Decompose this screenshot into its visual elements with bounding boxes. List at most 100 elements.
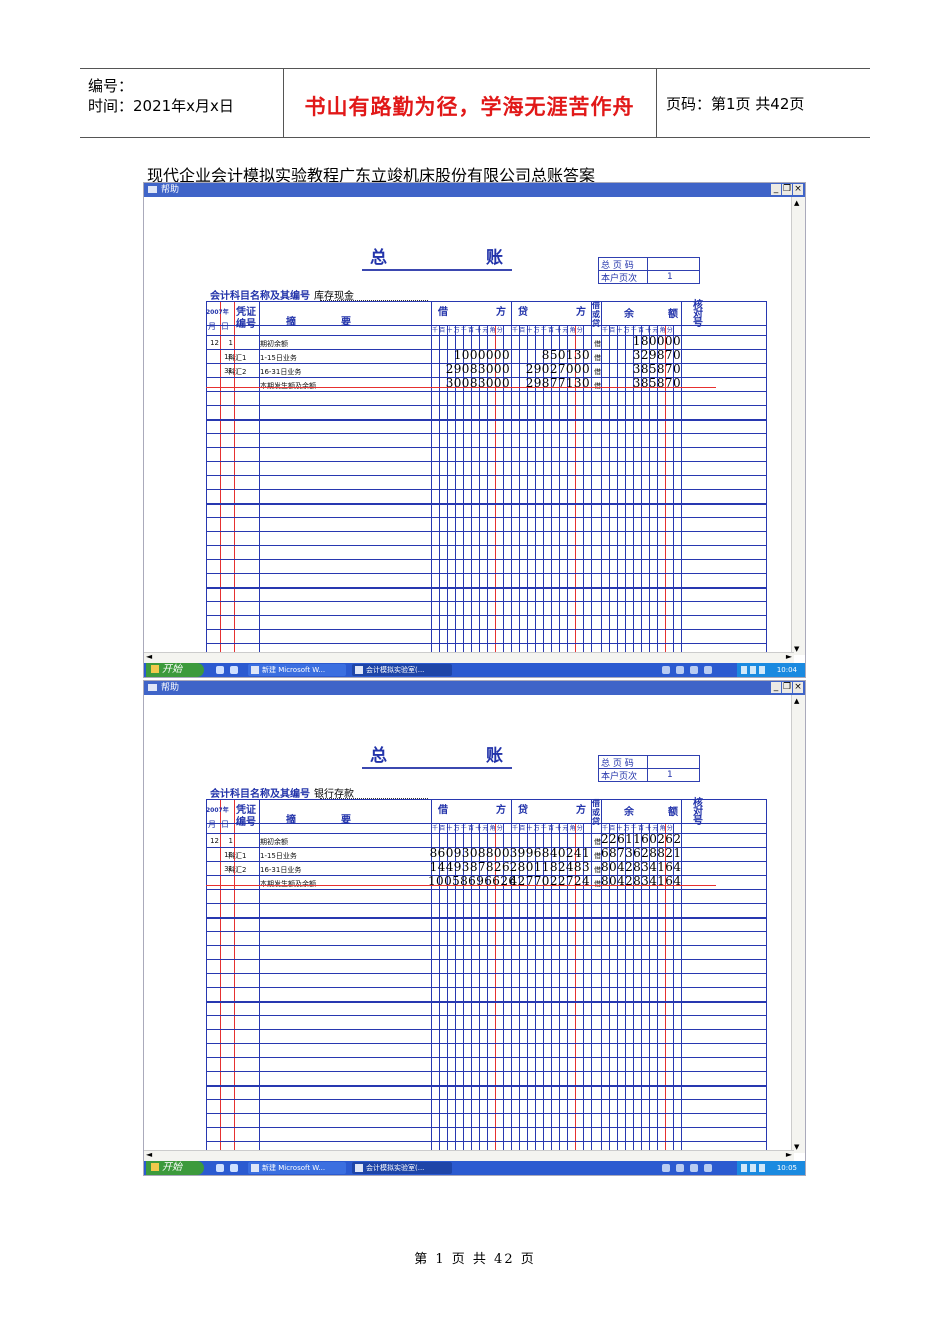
ie-quicklaunch-icon[interactable]: [216, 666, 224, 674]
page-number-box: 总 页 码本户页次 1: [598, 257, 700, 284]
grid-row-line: [206, 573, 766, 574]
row-summary: 16-31日业务: [260, 368, 302, 376]
debit-label-1: 借: [438, 307, 448, 318]
tray-clock: 10:04: [776, 666, 797, 674]
close-button[interactable]: ×: [793, 184, 803, 195]
scroll-left-icon[interactable]: ◄: [146, 1150, 152, 1159]
volume-icon[interactable]: [759, 1164, 765, 1172]
pen-icon[interactable]: [676, 666, 684, 674]
horizontal-scrollbar[interactable]: ◄ ►: [144, 652, 794, 663]
grid-row-line: [206, 391, 766, 392]
ledger-screenshot-cash: 帮助 _ ❐ × 总账总 页 码本户页次 1 会计科目名称及其编号 库存现金 2007年月日凭证…: [143, 182, 806, 678]
minimize-button[interactable]: _: [771, 682, 781, 693]
start-label: 开始: [162, 664, 182, 675]
help-icon[interactable]: [704, 1164, 712, 1172]
row-balance: 385870: [632, 362, 681, 376]
credit-label-2: 方: [576, 805, 586, 816]
language-bar-icon[interactable]: [690, 1164, 698, 1172]
summary-label-1: 摘: [286, 815, 296, 826]
taskbar: 开始 新建 Microsoft W... 会计模拟实验室(... 10:04: [144, 663, 805, 677]
network-icon[interactable]: [750, 666, 756, 674]
pagebox-vdivider: [647, 756, 648, 781]
grid-row-line: [206, 959, 766, 960]
scroll-down-icon[interactable]: ▼: [794, 645, 799, 653]
ledger-page: 总账总 页 码本户页次 1 会计科目名称及其编号 库存现金 2007年月日凭证 编号摘要借…: [144, 197, 794, 657]
window-buttons: _ ❐ ×: [770, 682, 803, 694]
scroll-up-icon[interactable]: ▲: [794, 199, 799, 207]
close-button[interactable]: ×: [793, 682, 803, 693]
taskbar-word-window[interactable]: 新建 Microsoft W...: [248, 664, 346, 676]
grid-row-line: [206, 643, 766, 644]
row-credit: 3996840241: [509, 846, 590, 860]
scroll-down-icon[interactable]: ▼: [794, 1143, 799, 1151]
credit-label-1: 贷: [518, 805, 528, 816]
scroll-right-icon[interactable]: ►: [786, 652, 792, 661]
balance-label-1: 余: [624, 309, 634, 320]
red-total-rule: [206, 885, 716, 886]
desktop-quicklaunch-icon[interactable]: [230, 666, 238, 674]
help-icon[interactable]: [704, 666, 712, 674]
grid-column-line: [206, 799, 207, 1155]
grid-row-line: [206, 503, 766, 505]
desktop-quicklaunch-icon[interactable]: [230, 1164, 238, 1172]
lab-app-icon: [355, 1164, 363, 1172]
taskbar-lab-window[interactable]: 会计模拟实验室(...: [352, 664, 452, 676]
tray-clock: 10:05: [776, 1164, 797, 1172]
row-credit: 2801182483: [509, 860, 590, 874]
summary-label-2: 要: [341, 815, 351, 826]
scroll-right-icon[interactable]: ►: [786, 1150, 792, 1159]
window-title: 帮助: [161, 683, 180, 693]
grid-row-line: [206, 587, 766, 589]
month-label: 月: [208, 820, 216, 829]
start-button[interactable]: 开始: [146, 1161, 204, 1175]
row-voucher: 科汇2: [228, 368, 247, 376]
scroll-up-icon[interactable]: ▲: [794, 697, 799, 705]
credit-label-2: 方: [576, 307, 586, 318]
month-label: 月: [208, 322, 216, 331]
minimize-button[interactable]: _: [771, 184, 781, 195]
restore-button[interactable]: ❐: [782, 682, 792, 693]
account-page-row: 本户页次 1: [599, 769, 699, 782]
debit-label-2: 方: [496, 307, 506, 318]
balance-digit-header: 千百十万千百十元角分: [602, 327, 675, 334]
ledger-title-right: 账: [486, 248, 503, 268]
ime-icon[interactable]: [741, 666, 747, 674]
pen-icon[interactable]: [676, 1164, 684, 1172]
scroll-left-icon[interactable]: ◄: [146, 652, 152, 661]
account-page-label: 本户页次: [601, 772, 638, 782]
vertical-scrollbar[interactable]: ▲ ▼: [791, 695, 805, 1153]
row-credit: 850130: [541, 348, 590, 362]
vertical-scrollbar[interactable]: ▲ ▼: [791, 197, 805, 655]
account-page-row: 本户页次 1: [599, 271, 699, 284]
horizontal-scrollbar[interactable]: ◄ ►: [144, 1150, 794, 1161]
ime-icon[interactable]: [741, 1164, 747, 1172]
grid-header-line: [206, 335, 766, 336]
taskbar-lab-window[interactable]: 会计模拟实验室(...: [352, 1162, 452, 1174]
row-voucher: 科汇1: [228, 354, 247, 362]
row-summary: 16-31日业务: [260, 866, 302, 874]
word-icon: [251, 666, 259, 674]
ie-quicklaunch-icon[interactable]: [216, 1164, 224, 1172]
network-icon[interactable]: [750, 1164, 756, 1172]
grid-column-line: [591, 301, 592, 657]
keyboard-icon[interactable]: [662, 666, 670, 674]
page-footer: 第 1 页 共 42 页: [414, 1252, 536, 1267]
account-page-value: 1: [667, 272, 673, 282]
language-bar-icon[interactable]: [690, 666, 698, 674]
taskbar-word-window[interactable]: 新建 Microsoft W...: [248, 1162, 346, 1174]
grid-header-line: [206, 301, 766, 302]
balance-label-2: 额: [668, 309, 678, 320]
check-label: 核对号: [693, 300, 703, 329]
task-label: 会计模拟实验室(...: [366, 666, 425, 674]
start-button[interactable]: 开始: [146, 663, 204, 677]
system-tray: 10:04: [737, 663, 805, 677]
row-debit: 1449387826: [429, 860, 510, 874]
row-day: 1: [228, 339, 233, 347]
keyboard-icon[interactable]: [662, 1164, 670, 1172]
debit-or-credit-label: 借或贷: [592, 301, 600, 328]
year-label: 2007年: [206, 309, 229, 316]
page-code-row: 总 页 码: [599, 756, 699, 769]
restore-button[interactable]: ❐: [782, 184, 792, 195]
pagebox-vdivider: [647, 258, 648, 283]
volume-icon[interactable]: [759, 666, 765, 674]
